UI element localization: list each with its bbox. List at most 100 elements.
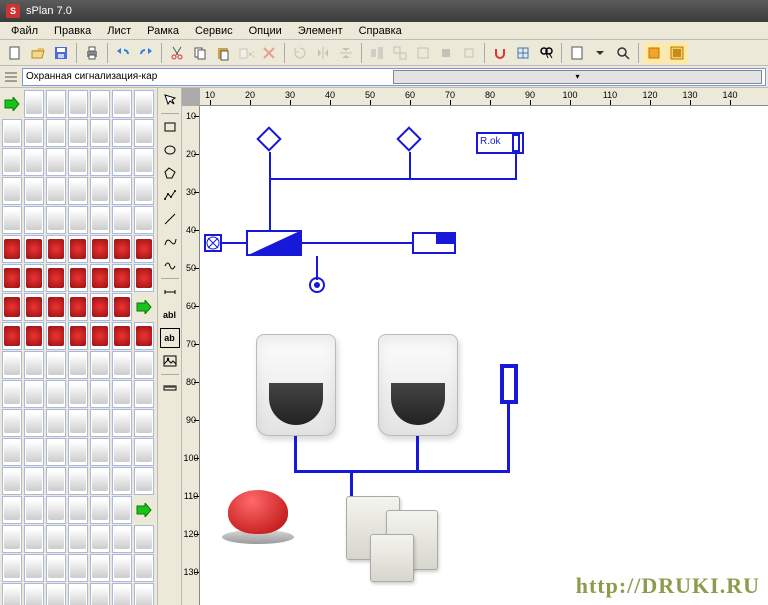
cut-button[interactable] (166, 42, 188, 64)
library-item[interactable] (112, 322, 132, 350)
library-item[interactable] (134, 380, 154, 408)
library-item[interactable] (134, 322, 154, 350)
library-item[interactable] (46, 235, 66, 263)
library-item[interactable] (134, 467, 154, 495)
mirror-h-button[interactable] (312, 42, 334, 64)
library-item[interactable] (2, 119, 22, 147)
library-item[interactable] (24, 554, 44, 582)
textbox-tool[interactable]: ab (160, 328, 180, 348)
library-item[interactable] (112, 90, 132, 118)
library-item[interactable] (90, 525, 110, 553)
layer-button[interactable] (643, 42, 665, 64)
library-item[interactable] (24, 467, 44, 495)
select-tool[interactable] (160, 90, 180, 110)
library-item[interactable] (112, 554, 132, 582)
library-item[interactable] (90, 235, 110, 263)
library-item[interactable] (2, 177, 22, 205)
library-item[interactable] (46, 351, 66, 379)
library-item[interactable] (24, 525, 44, 553)
library-item[interactable] (134, 264, 154, 292)
library-item[interactable] (112, 409, 132, 437)
library-item[interactable] (134, 554, 154, 582)
library-item[interactable] (46, 322, 66, 350)
grid-button[interactable] (512, 42, 534, 64)
library-item[interactable] (112, 264, 132, 292)
library-item[interactable] (112, 148, 132, 176)
library-menu-icon[interactable] (2, 68, 20, 86)
library-item[interactable] (24, 177, 44, 205)
rect-tool[interactable] (160, 117, 180, 137)
library-item[interactable] (46, 206, 66, 234)
library-item[interactable] (68, 438, 88, 466)
library-nav-arrow-icon[interactable] (2, 90, 22, 118)
library-item[interactable] (46, 177, 66, 205)
library-item[interactable] (90, 148, 110, 176)
library-item[interactable] (46, 496, 66, 524)
library-item[interactable] (2, 322, 22, 350)
new-button[interactable] (4, 42, 26, 64)
library-item[interactable] (46, 264, 66, 292)
library-item[interactable] (112, 119, 132, 147)
library-nav-arrow-icon[interactable] (134, 293, 154, 321)
library-item[interactable] (2, 206, 22, 234)
library-item[interactable] (134, 583, 154, 605)
library-item[interactable] (90, 264, 110, 292)
library-item[interactable] (2, 235, 22, 263)
library-item[interactable] (2, 293, 22, 321)
library-item[interactable] (2, 148, 22, 176)
dimension-tool[interactable] (160, 282, 180, 302)
curve-tool[interactable] (160, 232, 180, 252)
library-item[interactable] (90, 351, 110, 379)
menu-options[interactable]: Опции (242, 23, 289, 39)
library-item[interactable] (68, 119, 88, 147)
ellipse-tool[interactable] (160, 140, 180, 160)
snap-button[interactable] (489, 42, 511, 64)
library-item[interactable] (90, 467, 110, 495)
save-button[interactable] (50, 42, 72, 64)
library-item[interactable] (90, 177, 110, 205)
library-item[interactable] (46, 90, 66, 118)
page-button[interactable] (566, 42, 588, 64)
library-item[interactable] (68, 525, 88, 553)
library-item[interactable] (112, 583, 132, 605)
copy-button[interactable] (189, 42, 211, 64)
menu-frame[interactable]: Рамка (140, 23, 186, 39)
library-item[interactable] (68, 148, 88, 176)
library-item[interactable] (134, 119, 154, 147)
library-item[interactable] (68, 583, 88, 605)
view-button[interactable] (666, 42, 688, 64)
library-item[interactable] (46, 583, 66, 605)
library-item[interactable] (68, 293, 88, 321)
measure-tool[interactable] (160, 378, 180, 398)
dropdown-arrow-icon[interactable] (589, 42, 611, 64)
search-button[interactable] (535, 42, 557, 64)
library-item[interactable] (90, 409, 110, 437)
redo-button[interactable] (135, 42, 157, 64)
library-item[interactable] (46, 148, 66, 176)
library-item[interactable] (2, 351, 22, 379)
library-item[interactable] (24, 583, 44, 605)
library-item[interactable] (46, 380, 66, 408)
library-item[interactable] (24, 264, 44, 292)
duplicate-button[interactable]: ×2 (235, 42, 257, 64)
library-item[interactable] (24, 496, 44, 524)
delete-button[interactable] (258, 42, 280, 64)
library-item[interactable] (90, 206, 110, 234)
library-item[interactable] (68, 322, 88, 350)
library-item[interactable] (90, 119, 110, 147)
menu-sheet[interactable]: Лист (100, 23, 138, 39)
library-item[interactable] (46, 409, 66, 437)
library-select[interactable]: Охранная сигнализация-кар (22, 68, 766, 86)
library-item[interactable] (134, 148, 154, 176)
paste-button[interactable] (212, 42, 234, 64)
library-item[interactable] (134, 525, 154, 553)
zoom-button[interactable] (612, 42, 634, 64)
library-item[interactable] (24, 206, 44, 234)
library-item[interactable] (112, 496, 132, 524)
library-item[interactable] (2, 264, 22, 292)
library-item[interactable] (90, 322, 110, 350)
library-item[interactable] (2, 496, 22, 524)
library-item[interactable] (46, 554, 66, 582)
library-item[interactable] (24, 438, 44, 466)
library-item[interactable] (134, 90, 154, 118)
